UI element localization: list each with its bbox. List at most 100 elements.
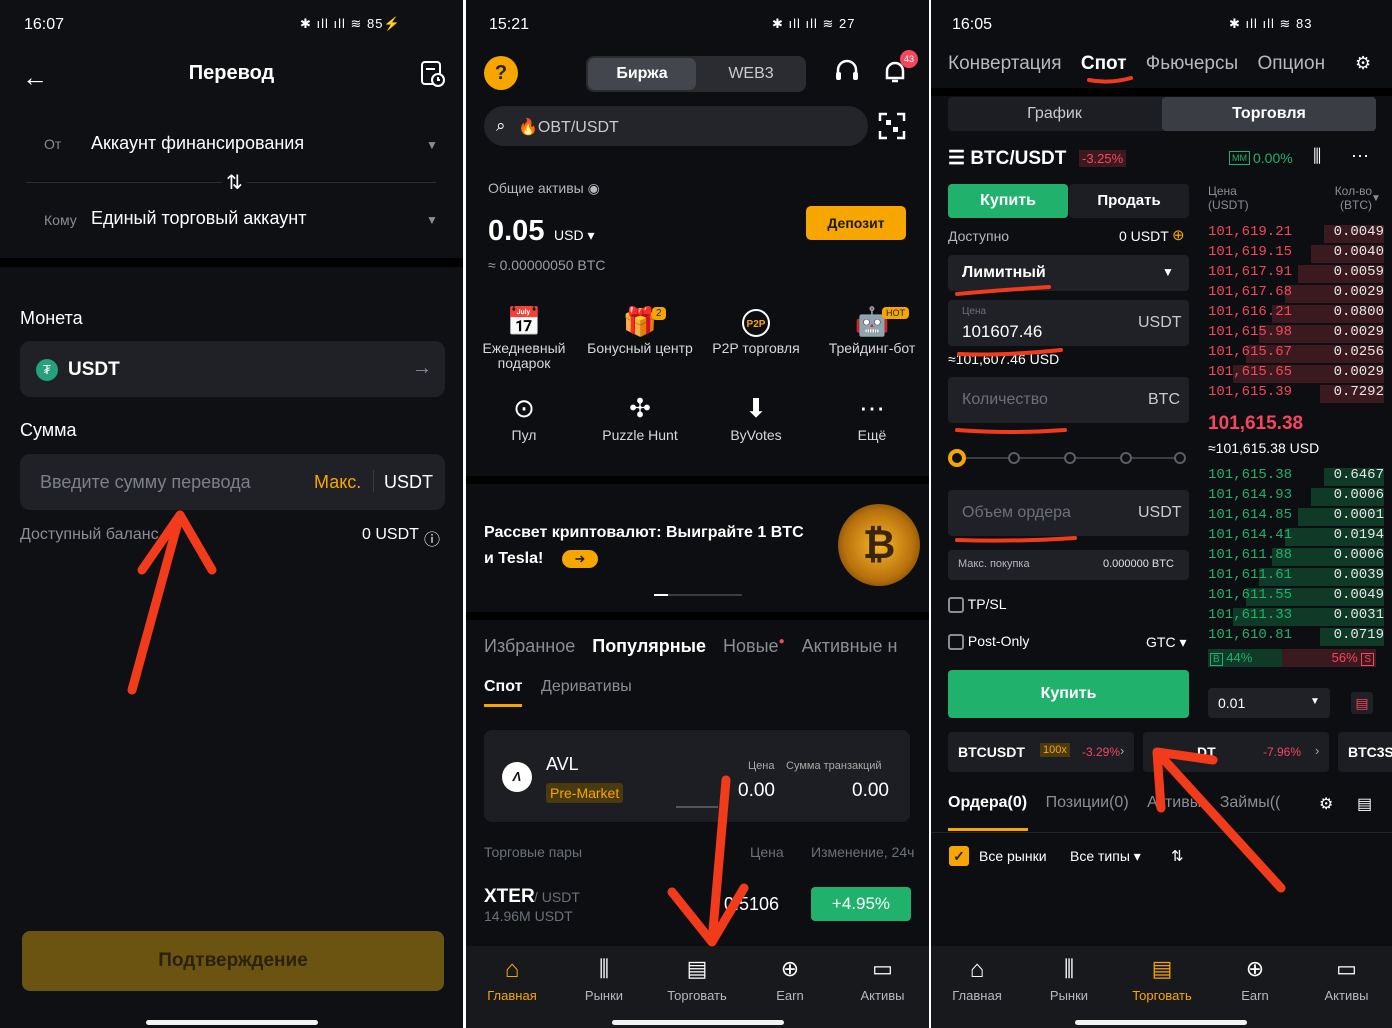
shortcut-byvotes[interactable]: ⬇ ByVotes	[698, 393, 814, 443]
avatar[interactable]: ?	[484, 56, 518, 90]
bitcoin-coin-icon: ₿	[838, 504, 920, 586]
available-value: 0 USDT	[362, 526, 419, 543]
spot-trade-screen: 16:05 ✱ ıll ıll ≋ 83 Конвертация Спот Фь…	[931, 0, 1392, 1028]
row-volume: 14.96M USDT	[484, 908, 573, 924]
bottom-nav: ⌂ Главная ⫼ Рынки ▤ Торговать ⊕ Earn ▭ А…	[466, 946, 929, 1028]
currency-selector[interactable]: USD ▾	[554, 227, 594, 244]
subtab-derivatives[interactable]: Деривативы	[541, 678, 632, 696]
home-screen: 15:21 ✱ ıll ıll ≋ 27 ? Биржа WEB3 43 ⌕ 🔥…	[466, 0, 929, 1028]
carousel-indicator	[654, 594, 742, 596]
row-change-badge: +4.95%	[811, 887, 911, 921]
help-icon[interactable]: ⓘ	[424, 526, 440, 550]
shortcut-daily-gift[interactable]: 📅 Ежедневный подарок	[466, 305, 582, 371]
status-icons: ✱ ıll ıll ≋ 85⚡	[300, 16, 401, 31]
headset-icon[interactable]	[834, 58, 860, 84]
tab-exchange[interactable]: Биржа	[588, 58, 696, 90]
swap-icon[interactable]: ⇅	[222, 170, 247, 195]
svg-text:P2P: P2P	[747, 319, 766, 330]
tab-popular[interactable]: Популярные	[592, 636, 706, 656]
row-base[interactable]: XTER	[484, 886, 535, 908]
subtab-spot[interactable]: Спот	[484, 678, 522, 696]
to-label: Кому	[44, 212, 77, 228]
confirm-button[interactable]: Подтверждение	[22, 931, 444, 991]
eye-icon[interactable]: ◉	[588, 180, 600, 196]
tab-new[interactable]: Новые	[723, 636, 779, 656]
to-dropdown-icon[interactable]: ▼	[426, 213, 438, 227]
section-divider	[466, 476, 929, 484]
status-icons: ✱ ıll ıll ≋ 27	[772, 16, 856, 31]
tab-favorites[interactable]: Избранное	[484, 636, 575, 656]
nav-label: Главная	[487, 988, 537, 1003]
coin-value: USDT	[68, 359, 120, 380]
search-icon: ⌕	[496, 116, 506, 135]
shortcut-label: Бонусный центр	[587, 340, 693, 356]
shortcut-more[interactable]: ⋯ Ещё	[814, 393, 929, 443]
header-change: Изменение, 24ч	[811, 844, 915, 860]
active-tab-underline	[484, 704, 522, 707]
to-account[interactable]: Единый торговый аккаунт	[91, 208, 306, 229]
section-divider	[466, 612, 929, 620]
earn-icon: ⊕	[780, 956, 800, 981]
shortcut-p2p[interactable]: P2P P2P торговля	[698, 305, 814, 356]
nav-label: Рынки	[584, 988, 624, 1003]
shortcut-label: Ежедневный подарок	[482, 340, 566, 371]
nav-label: Торговать	[667, 988, 727, 1003]
search-input[interactable]: ⌕ 🔥OBT/USDT	[484, 106, 868, 146]
assets-icon: ▭	[872, 956, 893, 981]
tab-web3[interactable]: WEB3	[698, 58, 804, 90]
robot-icon: 🤖	[854, 306, 890, 337]
calendar-icon: 📅	[506, 306, 542, 337]
total-assets-value: 0.05	[488, 215, 545, 247]
nav-earn[interactable]: ⊕ Earn	[744, 956, 836, 1003]
premarket-volume: 0.00	[852, 780, 889, 801]
shortcut-pool[interactable]: ⊙ Пул	[466, 393, 582, 443]
p2p-icon: P2P	[698, 305, 814, 341]
vote-icon: ⬇	[745, 393, 767, 423]
trade-icon: ▤	[686, 956, 708, 981]
coin-selector[interactable]: ₮ USDT →	[20, 341, 445, 397]
amount-placeholder: Введите сумму перевода	[40, 472, 251, 492]
more-icon: ⋯	[859, 393, 885, 423]
hot-badge: HOT	[882, 307, 909, 319]
nav-markets[interactable]: ⫼ Рынки	[558, 956, 650, 1003]
tab-active[interactable]: Активные н	[802, 636, 898, 656]
from-dropdown-icon[interactable]: ▼	[426, 138, 438, 152]
btc-equivalent: ≈ 0.00000050 BTC	[488, 257, 606, 273]
deposit-button[interactable]: Депозит	[806, 206, 906, 240]
gift-icon: 🎁	[622, 306, 658, 337]
shortcut-label: Ещё	[857, 427, 887, 443]
avl-logo-icon: Λ	[502, 762, 532, 792]
home-indicator	[612, 1020, 784, 1025]
page-title: Перевод	[188, 62, 275, 84]
shortcut-trading-bot[interactable]: 🤖 Трейдинг-бот HOT	[814, 305, 929, 356]
from-label: От	[44, 136, 62, 152]
nav-home[interactable]: ⌂ Главная	[466, 956, 558, 1003]
chevron-right-icon: →	[412, 357, 432, 379]
shortcut-label: ByVotes	[730, 427, 782, 443]
max-button[interactable]: Макс.	[314, 472, 361, 493]
total-assets-label: Общие активы ◉	[488, 180, 600, 196]
usdt-icon: ₮	[36, 359, 58, 381]
coin-label: Монета	[20, 308, 83, 328]
from-account[interactable]: Аккаунт финансирования	[91, 133, 304, 154]
shortcut-label: Пул	[511, 427, 537, 443]
nav-label: Earn	[776, 988, 804, 1003]
puzzle-icon: ✣	[629, 393, 651, 423]
nav-trade[interactable]: ▤ Торговать	[650, 956, 744, 1003]
market-tabs: Избранное Популярные Новые● Активные н	[484, 636, 898, 656]
search-placeholder: 🔥OBT/USDT	[518, 119, 619, 136]
premarket-symbol: AVL	[546, 754, 579, 774]
amount-input[interactable]: Введите сумму перевода Макс. USDT	[20, 454, 445, 510]
shortcut-badge: 2	[652, 307, 666, 320]
nav-assets[interactable]: ▭ Активы	[836, 956, 929, 1003]
annotation-marks	[955, 76, 1286, 893]
shortcut-puzzle-hunt[interactable]: ✣ Puzzle Hunt	[582, 393, 698, 443]
scan-icon[interactable]	[878, 112, 906, 140]
shortcut-bonus-center[interactable]: 🎁 Бонусный центр 2	[582, 305, 698, 356]
exchange-web3-toggle: Биржа WEB3	[586, 56, 806, 92]
history-icon[interactable]	[420, 60, 446, 88]
banner-arrow-icon[interactable]: ➜	[562, 550, 598, 568]
annotation-arrow-2	[667, 775, 749, 947]
promo-banner-text[interactable]: Рассвет криптовалют: Выиграйте 1 BTC и T…	[484, 520, 814, 572]
markets-icon: ⫼	[598, 956, 610, 981]
